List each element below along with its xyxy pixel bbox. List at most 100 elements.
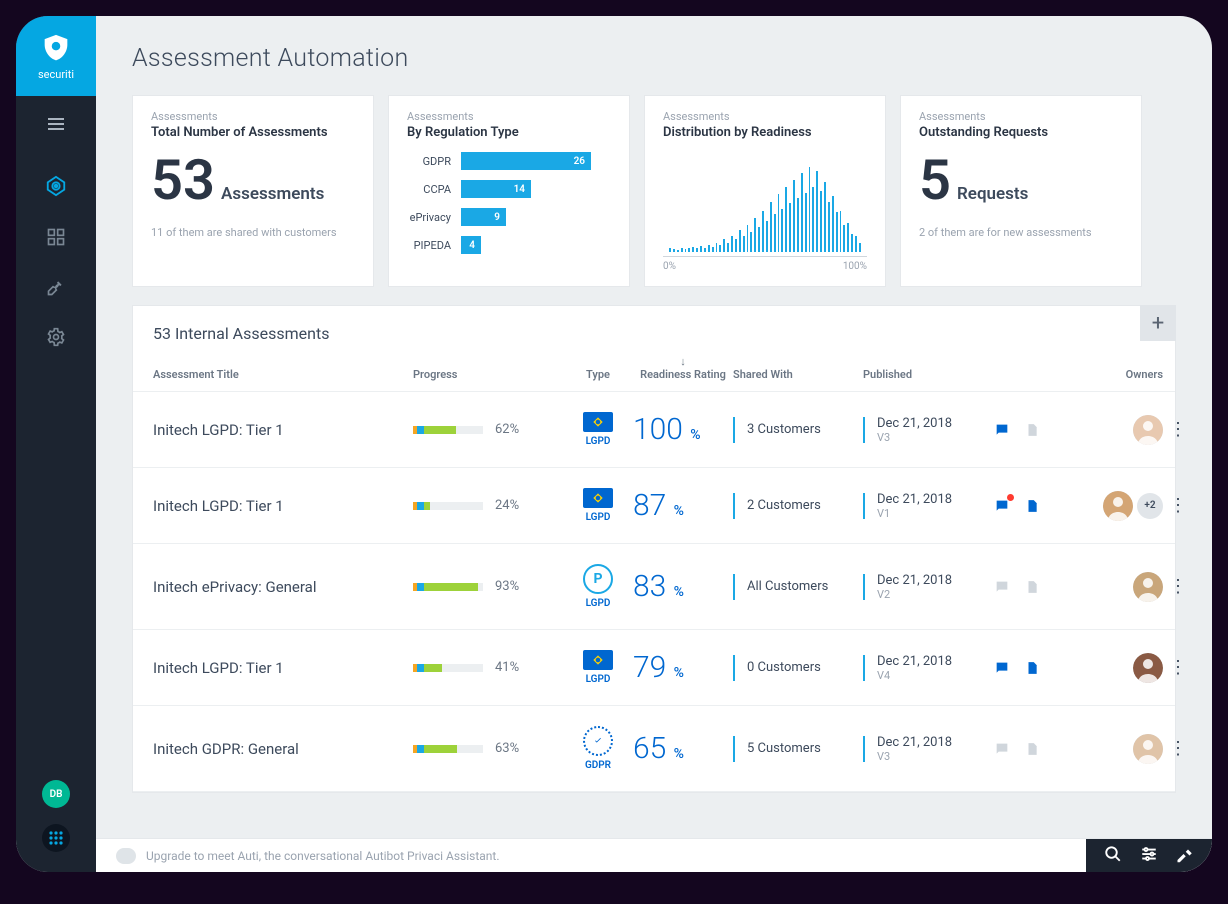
hdr-progress[interactable]: Progress xyxy=(413,368,563,381)
progress-value: 62% xyxy=(495,422,519,437)
build-button[interactable] xyxy=(1176,845,1194,867)
assessment-title: Initech ePrivacy: General xyxy=(153,578,413,596)
owner-avatar[interactable] xyxy=(1133,572,1163,602)
progress-bar xyxy=(413,664,483,672)
card-title: Outstanding Requests xyxy=(919,125,1123,140)
add-assessment-button[interactable]: + xyxy=(1140,305,1176,341)
page-title: Assessment Automation xyxy=(132,44,1176,73)
hdr-title[interactable]: Assessment Title xyxy=(153,368,413,381)
document-icon[interactable] xyxy=(1023,421,1041,439)
table-title: 53 Internal Assessments xyxy=(133,306,1175,355)
published: Dec 21, 2018V1 xyxy=(863,492,993,520)
document-icon[interactable] xyxy=(1023,740,1041,758)
owner-avatar[interactable] xyxy=(1133,734,1163,764)
logo[interactable]: securiti xyxy=(16,16,96,96)
row-menu[interactable]: ⋮ xyxy=(1163,657,1193,678)
progress-cell: 63% xyxy=(413,741,563,756)
flag-lgpd-icon xyxy=(583,412,613,432)
row-menu[interactable]: ⋮ xyxy=(1163,576,1193,597)
owners xyxy=(1063,653,1163,683)
flag-lgpd-icon xyxy=(583,488,613,508)
hdr-shared[interactable]: Shared With xyxy=(733,368,863,381)
card-title: Distribution by Readiness xyxy=(663,125,867,140)
progress-bar xyxy=(413,583,483,591)
reg-bar-row: GDPR26 xyxy=(407,152,611,170)
search-button[interactable] xyxy=(1104,845,1122,867)
sidebar-bottom: DB xyxy=(42,780,70,852)
owner-avatar[interactable] xyxy=(1133,415,1163,445)
comments-icon[interactable] xyxy=(993,659,1011,677)
document-icon[interactable] xyxy=(1023,497,1041,515)
menu-toggle[interactable] xyxy=(48,114,64,135)
outstanding-sub: 2 of them are for new assessments xyxy=(919,226,1123,239)
logo-icon xyxy=(39,32,73,66)
regulation-bar-chart: GDPR26CCPA14ePrivacy9PIPEDA4 xyxy=(407,152,611,254)
table-row[interactable]: Initech ePrivacy: General93%PLGPD83 %All… xyxy=(133,544,1175,630)
hdr-type[interactable]: Type xyxy=(563,368,633,381)
published: Dec 21, 2018V3 xyxy=(863,416,993,444)
card-kicker: Assessments xyxy=(919,110,1123,123)
comments-icon[interactable] xyxy=(993,497,1011,515)
published: Dec 21, 2018V4 xyxy=(863,654,993,682)
owner-avatar[interactable] xyxy=(1103,491,1133,521)
hdr-rating[interactable]: ↓ Readiness Rating xyxy=(633,355,733,381)
shared-with: 5 Customers xyxy=(733,736,863,762)
apps-launcher[interactable] xyxy=(42,824,70,852)
owner-avatar[interactable] xyxy=(1133,653,1163,683)
type-cell: LGPD xyxy=(563,650,633,685)
nav-radar[interactable] xyxy=(45,175,67,201)
user-avatar[interactable]: DB xyxy=(42,780,70,808)
comments-icon[interactable] xyxy=(993,740,1011,758)
filter-button[interactable] xyxy=(1140,845,1158,867)
progress-value: 63% xyxy=(495,741,519,756)
chat-icon[interactable] xyxy=(116,848,136,864)
logo-text: securiti xyxy=(38,68,74,81)
shared-with: 0 Customers xyxy=(733,655,863,681)
progress-value: 41% xyxy=(495,660,519,675)
alert-badge xyxy=(1007,494,1014,501)
gear-icon xyxy=(46,327,66,347)
card-distribution: Assessments Distribution by Readiness 0%… xyxy=(644,95,886,287)
row-menu[interactable]: ⋮ xyxy=(1163,419,1193,440)
hammer-icon xyxy=(1176,845,1194,863)
table-row[interactable]: Initech LGPD: Tier 124%LGPD87 %2 Custome… xyxy=(133,468,1175,544)
table-row[interactable]: Initech GDPR: General63%GDPR65 %5 Custom… xyxy=(133,706,1175,792)
reg-label: CCPA xyxy=(407,183,451,196)
table-row[interactable]: Initech LGPD: Tier 162%LGPD100 %3 Custom… xyxy=(133,392,1175,468)
nav-grid[interactable] xyxy=(46,227,66,251)
owners-more[interactable]: +2 xyxy=(1137,493,1163,519)
reg-label: PIPEDA xyxy=(407,239,451,252)
comments-icon[interactable] xyxy=(993,578,1011,596)
comments-icon[interactable] xyxy=(993,421,1011,439)
reg-bar-row: PIPEDA4 xyxy=(407,236,611,254)
upgrade-message: Upgrade to meet Auti, the conversational… xyxy=(146,849,1086,863)
progress-cell: 62% xyxy=(413,422,563,437)
hdr-published[interactable]: Published xyxy=(863,368,993,381)
document-icon[interactable] xyxy=(1023,578,1041,596)
row-menu[interactable]: ⋮ xyxy=(1163,495,1193,516)
card-title: Total Number of Assessments xyxy=(151,125,355,140)
published: Dec 21, 2018V3 xyxy=(863,735,993,763)
row-menu[interactable]: ⋮ xyxy=(1163,738,1193,759)
shared-with: 2 Customers xyxy=(733,493,863,519)
hamburger-icon xyxy=(48,118,64,130)
table-row[interactable]: Initech LGPD: Tier 141%LGPD79 %0 Custome… xyxy=(133,630,1175,706)
readiness-rating: 87 % xyxy=(633,488,733,523)
type-cell: LGPD xyxy=(563,488,633,523)
type-label: LGPD xyxy=(586,674,611,685)
owners xyxy=(1063,734,1163,764)
card-by-regulation: Assessments By Regulation Type GDPR26CCP… xyxy=(388,95,630,287)
nav-tools[interactable] xyxy=(46,277,66,301)
reg-bar-row: ePrivacy9 xyxy=(407,208,611,226)
readiness-rating: 83 % xyxy=(633,569,733,604)
bottom-bar: Upgrade to meet Auti, the conversational… xyxy=(96,838,1212,872)
axis-min: 0% xyxy=(663,261,676,272)
document-icon[interactable] xyxy=(1023,659,1041,677)
apps-icon xyxy=(49,831,63,845)
assessments-table: + 53 Internal Assessments Assessment Tit… xyxy=(132,305,1176,793)
card-kicker: Assessments xyxy=(663,110,867,123)
outstanding-unit: Requests xyxy=(957,184,1028,204)
hdr-owners[interactable]: Owners xyxy=(1063,368,1163,381)
table-header: Assessment Title Progress Type ↓ Readine… xyxy=(133,355,1175,392)
nav-settings[interactable] xyxy=(46,327,66,351)
